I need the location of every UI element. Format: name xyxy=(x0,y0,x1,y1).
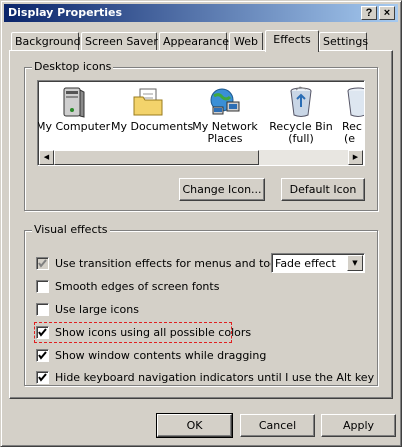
list-item-my-computer[interactable]: My Computer xyxy=(37,85,111,133)
display-properties-window: Display Properties ? × Background Screen… xyxy=(0,0,402,447)
tab-effects[interactable]: Effects xyxy=(265,30,319,52)
dropdown-button[interactable]: ▼ xyxy=(347,255,363,271)
recycle-bin-icon xyxy=(347,87,364,117)
transition-effect-select[interactable]: Fade effect ▼ xyxy=(271,253,365,273)
large-icons-label: Use large icons xyxy=(55,303,139,316)
arrow-right-icon: ▶ xyxy=(352,153,359,161)
my-documents-icon xyxy=(133,88,163,116)
scrollbar-thumb[interactable] xyxy=(54,150,259,165)
all-colors-label: Show icons using all possible colors xyxy=(55,326,252,339)
tab-label: Screen Saver xyxy=(85,35,158,48)
transition-effect-value: Fade effect xyxy=(275,257,336,270)
title-bar[interactable]: Display Properties ? × xyxy=(4,4,398,22)
tab-screen-saver[interactable]: Screen Saver xyxy=(81,32,158,51)
chevron-down-icon: ▼ xyxy=(352,259,358,267)
desktop-icons-group: Desktop icons My Computer My Documents M… xyxy=(24,60,378,211)
apply-button[interactable]: Apply xyxy=(321,414,396,437)
checkmark-icon xyxy=(38,351,47,360)
desktop-icons-group-label: Desktop icons xyxy=(32,60,114,73)
checkmark-icon xyxy=(38,259,47,268)
recycle-bin-icon xyxy=(290,86,312,117)
my-computer-icon xyxy=(63,87,85,118)
default-icon-button[interactable]: Default Icon xyxy=(281,178,365,201)
tab-label: Appearance xyxy=(163,35,230,48)
visual-effects-group: Visual effects Use transition effects fo… xyxy=(24,223,378,386)
hide-indicators-label: Hide keyboard navigation indicators unti… xyxy=(55,371,375,384)
tab-web[interactable]: Web xyxy=(229,32,263,51)
tab-label: Web xyxy=(234,35,258,48)
close-button[interactable]: × xyxy=(379,6,395,20)
arrow-left-icon: ◀ xyxy=(43,153,50,161)
tab-label: Background xyxy=(15,35,81,48)
tab-background[interactable]: Background xyxy=(11,32,81,51)
checkmark-icon xyxy=(38,373,47,382)
list-item-label: My Documents xyxy=(111,120,194,133)
list-item-label: (full) xyxy=(288,132,314,145)
tab-settings[interactable]: Settings xyxy=(319,32,369,51)
checkmark-icon xyxy=(38,328,47,337)
list-item-my-documents[interactable]: My Documents xyxy=(111,85,194,133)
tab-appearance[interactable]: Appearance xyxy=(159,32,230,51)
visual-effects-group-label: Visual effects xyxy=(32,223,110,236)
transition-effects-label: Use transition effects for menus and too… xyxy=(55,257,301,270)
scroll-left-button[interactable]: ◀ xyxy=(39,150,54,165)
hide-indicators-checkbox[interactable] xyxy=(36,371,49,384)
close-icon: × xyxy=(383,7,391,19)
window-title: Display Properties xyxy=(8,6,123,19)
list-item-label: My Computer xyxy=(37,120,111,133)
ok-button[interactable]: OK xyxy=(156,413,233,438)
list-item-recycle-bin-empty[interactable]: Rec (e xyxy=(338,85,364,145)
horizontal-scrollbar[interactable]: ◀ ▶ xyxy=(39,150,363,165)
network-places-icon xyxy=(210,88,240,115)
effects-panel: Desktop icons My Computer My Documents M… xyxy=(9,50,393,399)
desktop-icons-list[interactable]: My Computer My Documents My Network Plac… xyxy=(37,80,365,166)
cancel-button[interactable]: Cancel xyxy=(240,414,315,437)
large-icons-checkbox[interactable] xyxy=(36,303,49,316)
help-button[interactable]: ? xyxy=(361,6,377,20)
window-contents-checkbox[interactable] xyxy=(36,349,49,362)
smooth-edges-checkbox[interactable] xyxy=(36,280,49,293)
scroll-right-button[interactable]: ▶ xyxy=(348,150,363,165)
list-item-my-network-places[interactable]: My Network Places xyxy=(188,85,262,145)
smooth-edges-label: Smooth edges of screen fonts xyxy=(55,280,220,293)
change-icon-button[interactable]: Change Icon... xyxy=(179,178,265,201)
window-contents-label: Show window contents while dragging xyxy=(55,349,267,362)
all-colors-checkbox[interactable] xyxy=(36,326,49,339)
tab-label: Effects xyxy=(273,33,311,46)
list-item-recycle-bin[interactable]: Recycle Bin (full) xyxy=(264,85,338,145)
tab-label: Settings xyxy=(323,35,369,48)
list-item-label: Places xyxy=(207,132,243,145)
transition-effects-checkbox[interactable] xyxy=(36,257,49,270)
list-item-label: (e xyxy=(344,132,356,145)
